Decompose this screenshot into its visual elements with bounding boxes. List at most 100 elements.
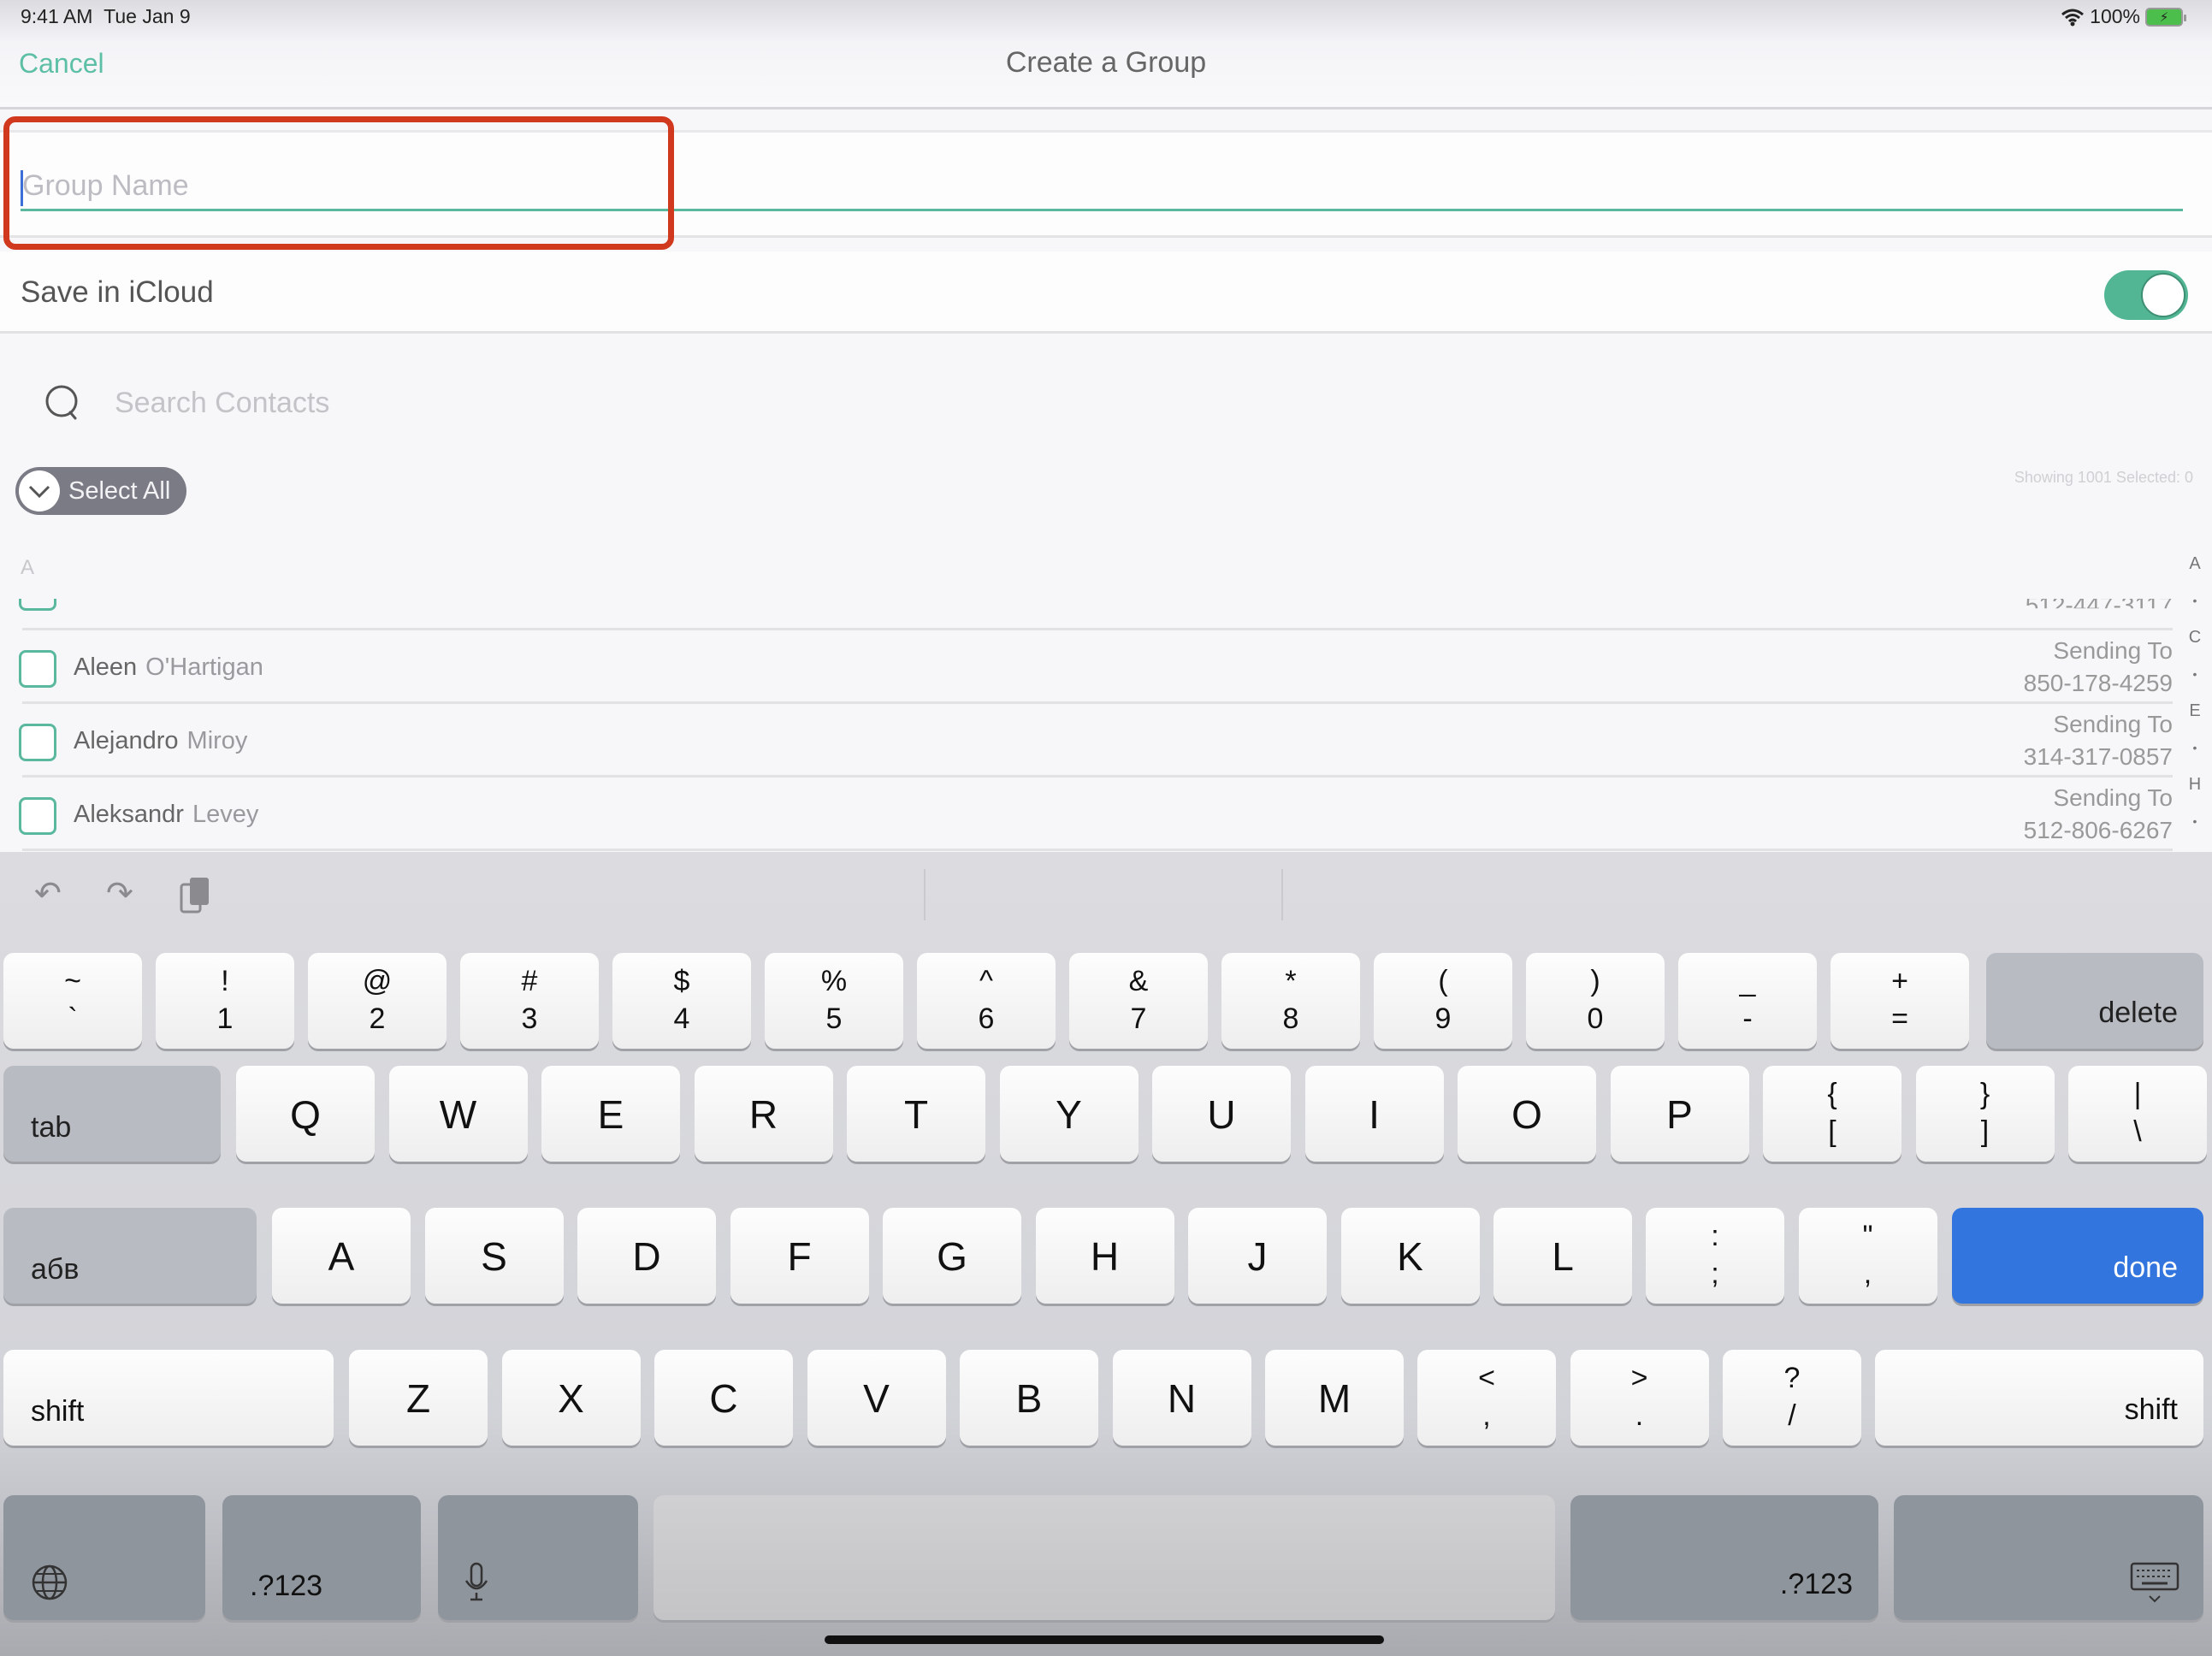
key-punct-0[interactable]: :;	[1646, 1208, 1784, 1304]
key-s[interactable]: S	[424, 1208, 564, 1304]
section-index[interactable]: A • C • E • H •	[2186, 551, 2203, 845]
index-item[interactable]: •	[2186, 735, 2203, 772]
check-icon	[19, 470, 60, 512]
checkbox[interactable]	[19, 797, 56, 835]
contact-phone: 512-806-6267	[2023, 817, 2173, 843]
key-number-0[interactable]: ~ `	[3, 953, 142, 1049]
language-key[interactable]: абв	[3, 1208, 257, 1304]
home-indicator[interactable]	[825, 1635, 1384, 1644]
paste-icon[interactable]	[178, 874, 212, 924]
list-item[interactable]: Alejandro Miroy Sending To 314-317-0857	[0, 705, 2173, 777]
shift-key-left[interactable]: shift	[3, 1350, 334, 1446]
key-o[interactable]: O	[1458, 1066, 1596, 1162]
key-j[interactable]: J	[1188, 1208, 1327, 1304]
tab-key[interactable]: tab	[3, 1066, 221, 1162]
wifi-icon	[2061, 9, 2085, 26]
index-item[interactable]: A	[2186, 551, 2203, 588]
sending-to: Sending To 314-317-0857	[2024, 708, 2173, 773]
index-item[interactable]: H	[2186, 772, 2203, 808]
key-number-4[interactable]: $4	[612, 953, 751, 1049]
row-divider	[22, 628, 2173, 630]
key-punct-z-1[interactable]: >.	[1570, 1350, 1709, 1446]
key-l[interactable]: L	[1493, 1208, 1632, 1304]
key-number-11[interactable]: _ -	[1678, 953, 1817, 1049]
page-title: Create a Group	[1005, 46, 1207, 79]
key-d[interactable]: D	[577, 1208, 716, 1304]
key-number-8[interactable]: * 8	[1221, 953, 1360, 1049]
dictation-key[interactable]	[438, 1495, 638, 1620]
undo-icon[interactable]: ↶	[34, 874, 62, 913]
key-number-10[interactable]: ) 0	[1526, 953, 1665, 1049]
key-number-2[interactable]: @2	[308, 953, 447, 1049]
search-contacts-input[interactable]	[115, 381, 884, 424]
select-all-button[interactable]: Select All	[15, 467, 186, 515]
key-v[interactable]: V	[807, 1350, 946, 1446]
key-number-6[interactable]: ^ 6	[917, 953, 1056, 1049]
key-i[interactable]: I	[1304, 1066, 1444, 1162]
toolbar-divider	[924, 869, 926, 920]
key-h[interactable]: H	[1035, 1208, 1174, 1304]
key-number-7[interactable]: & 7	[1069, 953, 1208, 1049]
globe-key[interactable]	[3, 1495, 205, 1620]
checkbox[interactable]	[19, 724, 56, 761]
key-g[interactable]: G	[883, 1208, 1021, 1304]
key-n[interactable]: N	[1112, 1350, 1251, 1446]
shift-key-right[interactable]: shift	[1875, 1350, 2203, 1446]
key-number-5[interactable]: % 5	[765, 953, 903, 1049]
key-q[interactable]: Q	[236, 1066, 375, 1162]
key-a[interactable]: A	[272, 1208, 411, 1304]
key-number-1[interactable]: ! 1	[156, 953, 294, 1049]
key-punct-1[interactable]: ",	[1798, 1208, 1937, 1304]
redo-icon[interactable]: ↷	[106, 874, 133, 913]
index-item[interactable]: •	[2186, 808, 2203, 845]
key-e[interactable]: E	[541, 1066, 680, 1162]
done-key[interactable]: done	[1952, 1208, 2203, 1304]
checkbox[interactable]	[19, 650, 56, 688]
text-cursor	[21, 170, 23, 206]
key-u[interactable]: U	[1152, 1066, 1291, 1162]
key-m[interactable]: M	[1265, 1350, 1404, 1446]
status-time: 9:41 AM Tue Jan 9	[21, 5, 191, 27]
dismiss-keyboard-key[interactable]	[1894, 1495, 2203, 1620]
icloud-toggle[interactable]	[2104, 270, 2188, 320]
key-bracket-1[interactable]: }]	[1915, 1066, 2055, 1162]
numbers-key-left[interactable]: .?123	[222, 1495, 421, 1620]
index-item[interactable]: •	[2186, 661, 2203, 698]
key-w[interactable]: W	[388, 1066, 528, 1162]
group-name-input[interactable]	[21, 163, 2183, 211]
key-number-3[interactable]: #3	[460, 953, 599, 1049]
toggle-knob	[2141, 273, 2185, 317]
row-divider	[22, 701, 2173, 704]
key-k[interactable]: K	[1340, 1208, 1480, 1304]
checkbox[interactable]	[19, 599, 56, 611]
contact-name: Alejandro Miroy	[74, 727, 248, 754]
list-item-partial[interactable]: 512-447-3117	[0, 599, 2173, 630]
key-number-12[interactable]: + =	[1831, 953, 1969, 1049]
list-item[interactable]: Aleksandr Levey Sending To 512-806-6267	[0, 778, 2173, 850]
key-t[interactable]: T	[847, 1066, 985, 1162]
key-punct-z-2[interactable]: ? /	[1723, 1350, 1861, 1446]
sending-to: Sending To 512-806-6267	[2024, 782, 2173, 847]
key-f[interactable]: F	[730, 1208, 869, 1304]
index-item[interactable]: E	[2186, 698, 2203, 735]
key-number-9[interactable]: (9	[1374, 953, 1512, 1049]
key-r[interactable]: R	[694, 1066, 833, 1162]
select-all-label: Select All	[68, 476, 171, 505]
space-key[interactable]	[654, 1495, 1555, 1620]
key-c[interactable]: C	[654, 1350, 793, 1446]
numbers-key-right[interactable]: .?123	[1570, 1495, 1878, 1620]
index-item[interactable]: •	[2186, 588, 2203, 624]
key-b[interactable]: B	[960, 1350, 1098, 1446]
key-z[interactable]: Z	[349, 1350, 488, 1446]
key-bracket-0[interactable]: {[	[1763, 1066, 1901, 1162]
key-p[interactable]: P	[1610, 1066, 1749, 1162]
contact-phone: 850-178-4259	[2023, 670, 2173, 696]
key-punct-z-0[interactable]: <,	[1417, 1350, 1556, 1446]
key-x[interactable]: X	[501, 1350, 641, 1446]
delete-key[interactable]: delete	[1986, 953, 2203, 1049]
list-item[interactable]: Aleen O'Hartigan Sending To 850-178-4259	[0, 631, 2173, 703]
key-y[interactable]: Y	[999, 1066, 1139, 1162]
index-item[interactable]: C	[2186, 624, 2203, 661]
microphone-icon	[464, 1562, 488, 1601]
key-bracket-2[interactable]: | \	[2068, 1066, 2207, 1162]
